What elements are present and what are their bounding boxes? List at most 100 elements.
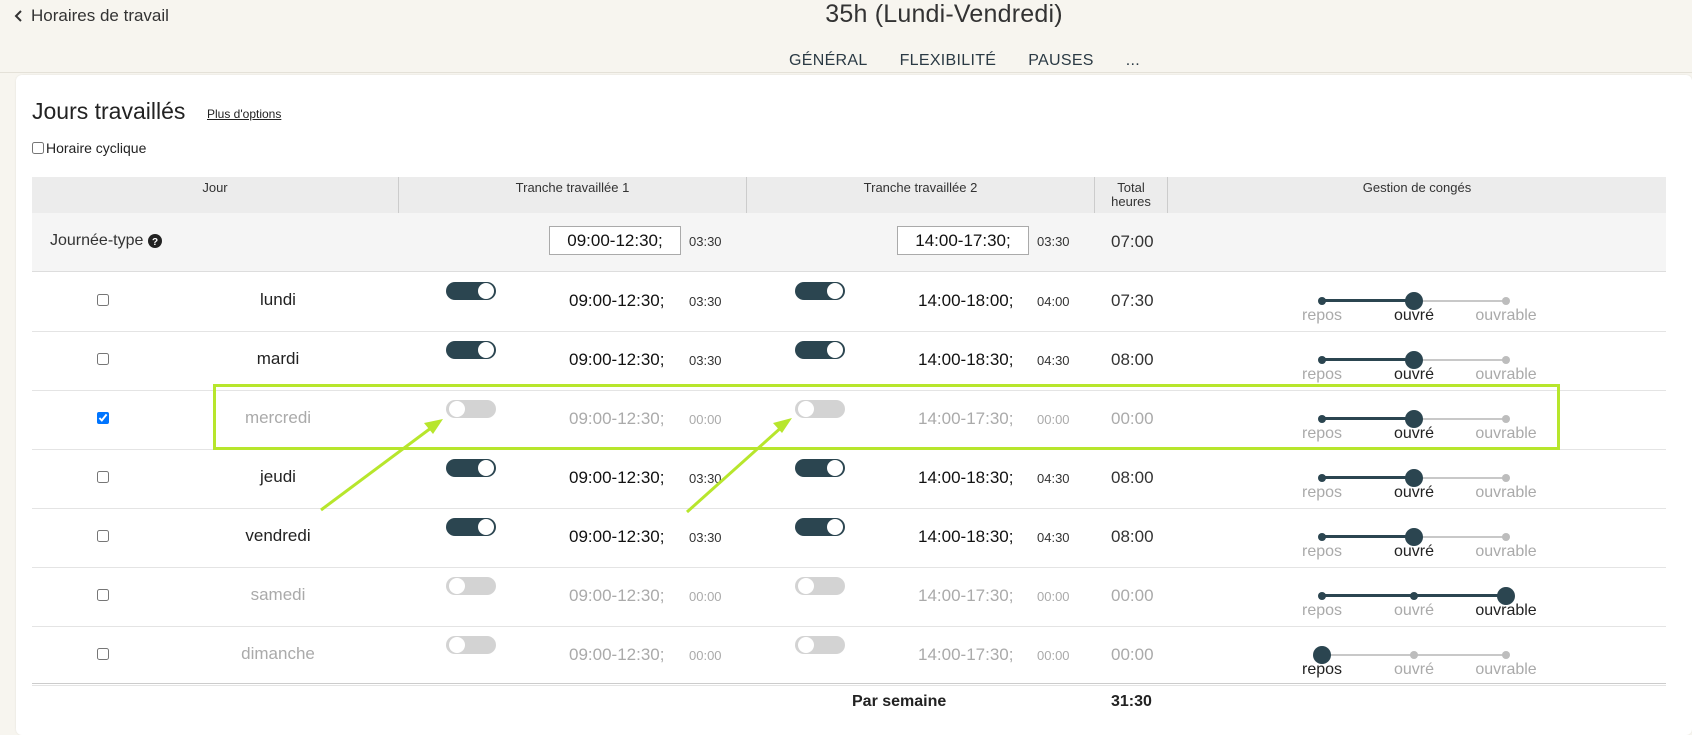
toggle-knob <box>478 342 494 358</box>
slider-fill <box>1322 535 1414 538</box>
help-icon[interactable]: ? <box>148 234 163 248</box>
day-select-checkbox[interactable] <box>97 471 109 483</box>
slider-stop-repos[interactable] <box>1318 356 1326 364</box>
slot1-time[interactable]: 09:00-12:30; <box>569 586 664 606</box>
slider-label-ouvré: ouvré <box>1393 661 1435 678</box>
slider-label-ouvré: ouvré <box>1393 602 1435 619</box>
day-name: jeudi <box>260 467 296 486</box>
slot1-time[interactable]: 09:00-12:30; <box>569 468 664 488</box>
slider-stop-ouvrable[interactable] <box>1502 533 1510 541</box>
day-select-checkbox[interactable] <box>97 589 109 601</box>
slider-fill <box>1322 358 1414 361</box>
day-total: 07:30 <box>1111 291 1154 310</box>
slider-label-ouvré: ouvré <box>1393 543 1435 560</box>
slot1-toggle[interactable] <box>446 459 496 477</box>
slider-stop-ouvrable[interactable] <box>1502 297 1510 305</box>
toggle-knob <box>478 519 494 535</box>
typical-slot2-duration: 03:30 <box>1037 234 1070 249</box>
cyclic-label: Horaire cyclique <box>46 140 147 156</box>
slider-stop-ouvré[interactable] <box>1410 592 1418 600</box>
slot2-toggle[interactable] <box>795 518 845 536</box>
page-title: 35h (Lundi-Vendredi) <box>825 0 1063 28</box>
slider-label-repos: repos <box>1301 602 1343 619</box>
typical-day-row <box>32 213 1666 272</box>
day-total: 08:00 <box>1111 527 1154 546</box>
slider-label-ouvrable: ouvrable <box>1475 484 1537 501</box>
tab-flexibilite[interactable]: FLEXIBILITÉ <box>900 52 997 70</box>
slider-stop-ouvré[interactable] <box>1410 651 1418 659</box>
day-select-checkbox[interactable] <box>97 353 109 365</box>
cyclic-option: Horaire cyclique <box>32 140 146 156</box>
day-total: 08:00 <box>1111 468 1154 487</box>
slot1-duration: 03:30 <box>689 294 722 309</box>
slot2-toggle[interactable] <box>795 636 845 654</box>
slot1-duration: 00:00 <box>689 589 722 604</box>
slider-label-repos: repos <box>1301 543 1343 560</box>
slot2-toggle[interactable] <box>795 282 845 300</box>
slot1-toggle[interactable] <box>446 282 496 300</box>
slider-label-repos: repos <box>1301 366 1343 383</box>
typical-slot1-input[interactable] <box>549 226 681 255</box>
leave-slider[interactable]: repos ouvré ouvrable <box>1302 465 1537 505</box>
slider-stop-ouvrable[interactable] <box>1502 651 1510 659</box>
slot2-duration: 00:00 <box>1037 648 1070 663</box>
slider-stop-repos[interactable] <box>1318 297 1326 305</box>
slot2-time[interactable]: 14:00-17:30; <box>918 586 1013 606</box>
slot1-time[interactable]: 09:00-12:30; <box>569 527 664 547</box>
day-select-checkbox[interactable] <box>97 648 109 660</box>
day-select-checkbox[interactable] <box>97 294 109 306</box>
toggle-knob <box>827 342 843 358</box>
slot1-toggle[interactable] <box>446 577 496 595</box>
slider-label-ouvrable: ouvrable <box>1475 366 1537 383</box>
slot1-time[interactable]: 09:00-12:30; <box>569 291 664 311</box>
day-select-checkbox[interactable] <box>97 530 109 542</box>
section-heading: Jours travaillés <box>32 98 186 124</box>
slot1-toggle[interactable] <box>446 341 496 359</box>
slider-label-ouvrable: ouvrable <box>1475 543 1537 560</box>
header-jour: Jour <box>202 180 228 195</box>
toggle-knob <box>798 578 814 594</box>
tab-pauses[interactable]: PAUSES <box>1028 52 1094 70</box>
leave-slider[interactable]: repos ouvré ouvrable <box>1302 524 1537 564</box>
slider-stop-ouvrable[interactable] <box>1502 474 1510 482</box>
slot2-toggle[interactable] <box>795 459 845 477</box>
slot1-time[interactable]: 09:00-12:30; <box>569 645 664 665</box>
leave-slider[interactable]: repos ouvré ouvrable <box>1302 347 1537 387</box>
tab-general[interactable]: GÉNÉRAL <box>789 52 868 70</box>
slot2-time[interactable]: 14:00-18:30; <box>918 350 1013 370</box>
tab-more[interactable]: ... <box>1126 52 1140 70</box>
slot2-toggle[interactable] <box>795 577 845 595</box>
toggle-knob <box>827 460 843 476</box>
slider-label-ouvré: ouvré <box>1393 484 1435 501</box>
slider-label-repos: repos <box>1301 484 1343 501</box>
header-slot1: Tranche travaillée 1 <box>398 177 746 213</box>
week-total-value: 31:30 <box>1111 693 1152 710</box>
table-header: Jour Tranche travaillée 1 Tranche travai… <box>32 177 1666 213</box>
week-total-label: Par semaine <box>852 693 947 710</box>
slot1-toggle[interactable] <box>446 636 496 654</box>
leave-slider[interactable]: repos ouvré ouvrable <box>1302 583 1537 623</box>
slider-stop-repos[interactable] <box>1318 533 1326 541</box>
toggle-knob <box>449 637 465 653</box>
slot2-duration: 04:30 <box>1037 353 1070 368</box>
slot2-time[interactable]: 14:00-18:00; <box>918 291 1013 311</box>
slot1-time[interactable]: 09:00-12:30; <box>569 350 664 370</box>
more-options-link[interactable]: Plus d'options <box>207 107 281 121</box>
slider-label-ouvrable: ouvrable <box>1475 602 1537 619</box>
slider-stop-repos[interactable] <box>1318 474 1326 482</box>
slot2-time[interactable]: 14:00-18:30; <box>918 468 1013 488</box>
header-conges: Gestion de congés <box>1362 180 1472 195</box>
leave-slider[interactable]: repos ouvré ouvrable <box>1302 288 1537 328</box>
day-select-checkbox[interactable] <box>97 412 109 424</box>
slot2-time[interactable]: 14:00-17:30; <box>918 645 1013 665</box>
cyclic-checkbox[interactable] <box>32 142 44 154</box>
slider-stop-ouvrable[interactable] <box>1502 356 1510 364</box>
slot2-toggle[interactable] <box>795 341 845 359</box>
slot2-time[interactable]: 14:00-18:30; <box>918 527 1013 547</box>
slider-stop-repos[interactable] <box>1318 592 1326 600</box>
slot1-toggle[interactable] <box>446 518 496 536</box>
typical-slot2-input[interactable] <box>897 226 1029 255</box>
leave-slider[interactable]: repos ouvré ouvrable <box>1302 642 1537 682</box>
day-name: samedi <box>250 585 306 604</box>
tab-bar: GÉNÉRAL FLEXIBILITÉ PAUSES ... <box>789 52 1140 70</box>
